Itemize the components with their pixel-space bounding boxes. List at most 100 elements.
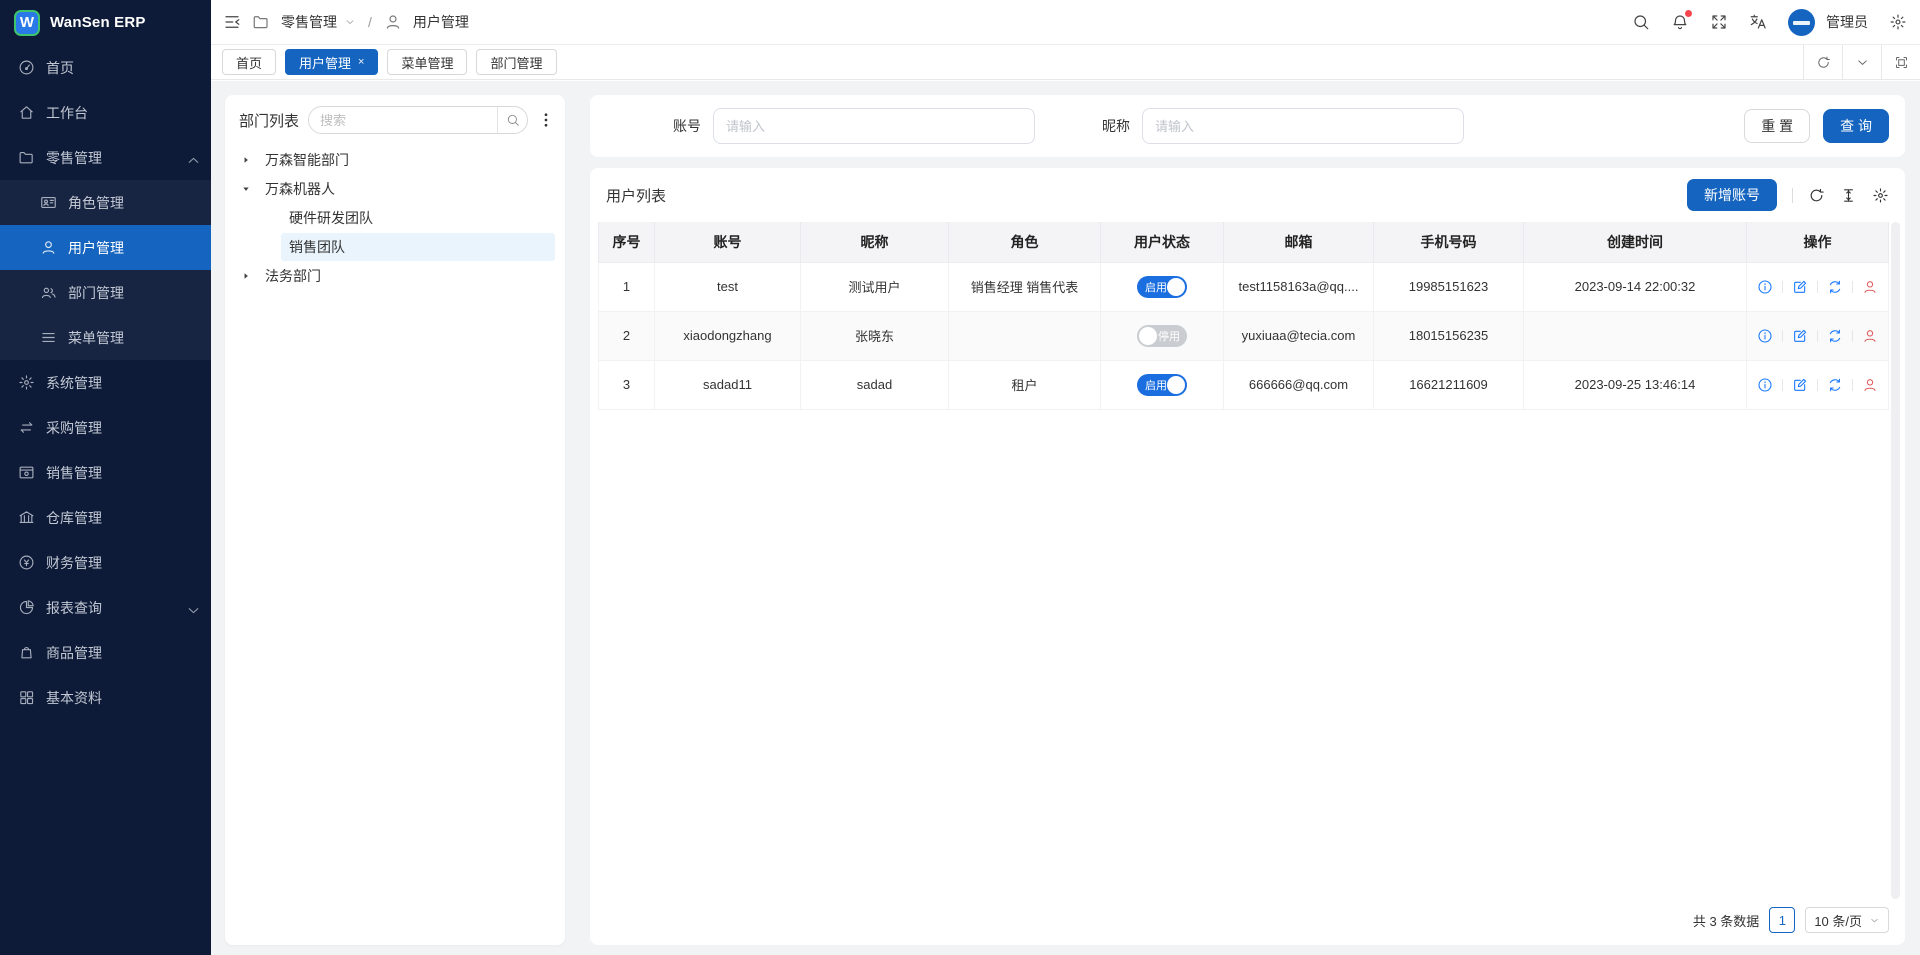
sidebar-item-用户管理[interactable]: 用户管理 — [0, 225, 211, 270]
query-button[interactable]: 查 询 — [1823, 109, 1889, 143]
fullscreen-icon[interactable] — [1710, 13, 1728, 31]
user-remove-icon — [1862, 328, 1878, 344]
breadcrumb-current: 用户管理 — [413, 12, 469, 32]
filter-input-0[interactable] — [713, 108, 1035, 144]
search-icon[interactable] — [1632, 13, 1650, 31]
column-header-操作: 操作 — [1747, 222, 1889, 262]
info-icon — [1757, 328, 1773, 344]
edit-icon[interactable] — [1792, 377, 1808, 393]
cell-status: 停用 — [1101, 311, 1224, 360]
tab-bar-controls — [1803, 45, 1920, 79]
maximize-icon[interactable] — [1881, 45, 1920, 79]
breadcrumb-root[interactable]: 零售管理 — [281, 12, 337, 32]
user-remove-icon[interactable] — [1862, 279, 1878, 295]
sidebar-item-基本资料[interactable]: 基本资料 — [0, 675, 211, 720]
page-size-select[interactable]: 10 条/页 — [1805, 907, 1889, 933]
sidebar-item-label: 零售管理 — [46, 148, 102, 168]
sidebar-item-label: 用户管理 — [68, 238, 124, 258]
tree-node-label: 万森机器人 — [257, 175, 555, 203]
tree-caret[interactable] — [235, 155, 257, 165]
tree-node-销售团队[interactable]: 销售团队 — [235, 232, 555, 261]
sidebar-item-菜单管理[interactable]: 菜单管理 — [0, 315, 211, 360]
sidebar-item-系统管理[interactable]: 系统管理 — [0, 360, 211, 405]
filter-field-昵称: 昵称 — [1102, 108, 1464, 144]
sync-icon[interactable] — [1827, 328, 1843, 344]
user-icon — [384, 13, 402, 31]
sync-icon[interactable] — [1827, 377, 1843, 393]
user-name[interactable]: 管理员 — [1826, 12, 1868, 32]
density-icon[interactable] — [1840, 187, 1857, 204]
sidebar-item-商品管理[interactable]: 商品管理 — [0, 630, 211, 675]
filter-field-账号: 账号 — [673, 108, 1035, 144]
chevron-down-icon[interactable] — [344, 16, 356, 28]
refresh-icon[interactable] — [1803, 45, 1842, 79]
folder-icon — [252, 13, 270, 31]
sidebar-item-财务管理[interactable]: 财务管理 — [0, 540, 211, 585]
tab-用户管理[interactable]: 用户管理 × — [285, 49, 378, 75]
user-remove-icon[interactable] — [1862, 377, 1878, 393]
add-account-button[interactable]: 新增账号 — [1687, 179, 1777, 211]
kebab-menu-icon[interactable] — [537, 111, 555, 129]
pagination-page-1[interactable]: 1 — [1769, 907, 1795, 933]
bell-icon[interactable] — [1671, 13, 1689, 31]
sidebar-item-销售管理[interactable]: 销售管理 — [0, 450, 211, 495]
edit-icon[interactable] — [1792, 328, 1808, 344]
gear-icon[interactable] — [1889, 13, 1907, 31]
cell-account: sadad11 — [655, 360, 801, 409]
reset-button[interactable]: 重 置 — [1744, 109, 1810, 143]
page-size-value: 10 条/页 — [1814, 911, 1862, 930]
tab-label: 部门管理 — [490, 53, 542, 72]
sidebar-item-角色管理[interactable]: 角色管理 — [0, 180, 211, 225]
gear-icon — [18, 374, 35, 391]
department-search-input[interactable] — [309, 113, 497, 128]
gear-icon[interactable] — [1872, 187, 1889, 204]
sidebar-item-部门管理[interactable]: 部门管理 — [0, 270, 211, 315]
search-icon[interactable] — [497, 107, 527, 133]
tree-caret[interactable] — [235, 184, 257, 194]
info-icon[interactable] — [1757, 279, 1773, 295]
info-icon[interactable] — [1757, 328, 1773, 344]
tree-node-硬件研发团队[interactable]: 硬件研发团队 — [235, 203, 555, 232]
sidebar-item-首页[interactable]: 首页 — [0, 45, 211, 90]
sidebar-item-工作台[interactable]: 工作台 — [0, 90, 211, 135]
menu-fold-icon[interactable] — [223, 13, 241, 31]
status-toggle[interactable]: 启用 — [1137, 276, 1187, 298]
chevron-down-icon[interactable] — [1842, 45, 1881, 79]
refresh-icon[interactable] — [1808, 187, 1825, 204]
translate-icon[interactable] — [1749, 13, 1767, 31]
filter-label: 昵称 — [1102, 116, 1130, 136]
sidebar-item-采购管理[interactable]: 采购管理 — [0, 405, 211, 450]
status-toggle[interactable]: 停用 — [1137, 325, 1187, 347]
sidebar-item-报表查询[interactable]: 报表查询 — [0, 585, 211, 630]
user-row-2: 2xiaodongzhang张晓东停用yuxiuaa@tecia.com1801… — [599, 311, 1889, 360]
sync-icon[interactable] — [1827, 279, 1843, 295]
caret-right-icon — [241, 271, 251, 281]
tab-label: 用户管理 — [299, 53, 351, 72]
filter-input-1[interactable] — [1142, 108, 1464, 144]
sidebar-item-零售管理[interactable]: 零售管理 — [0, 135, 211, 180]
chevron-down-icon — [185, 602, 202, 619]
sidebar-item-label: 角色管理 — [68, 193, 124, 213]
content-area: 部门列表 万森智能部门万森机器人硬件研发团队销售团队法务部门 账号昵称 重 置 … — [211, 81, 1920, 955]
edit-icon[interactable] — [1792, 279, 1808, 295]
table-scrollbar[interactable] — [1891, 222, 1900, 899]
tree-caret[interactable] — [235, 271, 257, 281]
row-actions — [1753, 279, 1882, 295]
close-icon[interactable]: × — [358, 57, 364, 68]
sidebar-item-仓库管理[interactable]: 仓库管理 — [0, 495, 211, 540]
user-remove-icon[interactable] — [1862, 328, 1878, 344]
info-icon[interactable] — [1757, 377, 1773, 393]
cell-seq: 2 — [599, 311, 655, 360]
status-toggle[interactable]: 启用 — [1137, 374, 1187, 396]
column-header-账号: 账号 — [655, 222, 801, 262]
row-actions — [1753, 328, 1882, 344]
folder-icon — [18, 149, 35, 166]
tab-首页[interactable]: 首页 — [222, 49, 276, 75]
tree-node-万森智能部门[interactable]: 万森智能部门 — [235, 145, 555, 174]
tab-菜单管理[interactable]: 菜单管理 — [387, 49, 467, 75]
tab-部门管理[interactable]: 部门管理 — [476, 49, 556, 75]
tree-node-万森机器人[interactable]: 万森机器人 — [235, 174, 555, 203]
avatar[interactable] — [1788, 9, 1815, 36]
cell-email: yuxiuaa@tecia.com — [1224, 311, 1374, 360]
tree-node-法务部门[interactable]: 法务部门 — [235, 261, 555, 290]
